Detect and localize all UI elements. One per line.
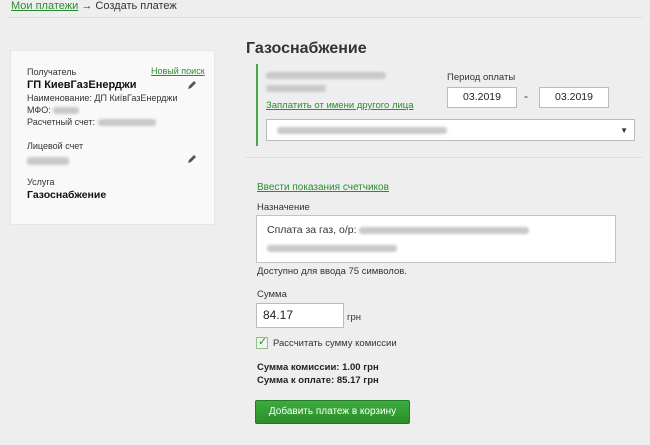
total-summary: Сумма к оплате: 85.17 грн <box>257 375 379 386</box>
purpose-redacted-line1 <box>359 226 530 234</box>
edit-recipient-pencil-icon[interactable] <box>187 80 197 90</box>
personal-account-label: Лицевой счет <box>27 141 84 151</box>
breadcrumb-my-payments-link[interactable]: Мои платежи <box>11 0 78 12</box>
account-row: Расчетный счет: <box>27 117 156 127</box>
purpose-text: Сплата за газ, о/р: <box>267 224 357 236</box>
account-value-redacted <box>97 119 156 127</box>
add-to-cart-button[interactable]: Добавить платеж в корзину <box>255 400 410 424</box>
breadcrumb-current: Создать платеж <box>95 0 177 12</box>
personal-account-redacted <box>27 156 69 165</box>
purpose-label: Назначение <box>257 202 310 213</box>
sum-label: Сумма <box>257 289 287 300</box>
service-label: Услуга <box>27 177 55 187</box>
purpose-textarea[interactable]: Сплата за газ, о/р: <box>256 215 616 263</box>
available-chars-note: Доступно для ввода 75 символов. <box>257 266 407 277</box>
page-title: Газоснабжение <box>246 40 367 57</box>
account-label: Расчетный счет: <box>27 117 96 127</box>
recipient-card: Получатель Новый поиск ГП КиевГазЕнерджи… <box>10 50 215 225</box>
payer-name-redacted-line1 <box>266 72 386 79</box>
breadcrumb-separator: → <box>81 0 93 12</box>
mfo-label: МФО: <box>27 105 51 115</box>
mfo-row: МФО: <box>27 105 80 115</box>
period-label: Период оплаты <box>447 72 516 83</box>
period-dash: - <box>524 89 528 103</box>
new-search-link[interactable]: Новый поиск <box>151 66 205 76</box>
calc-commission-label[interactable]: Рассчитать сумму комиссии <box>273 338 397 349</box>
address-select[interactable]: ▼ <box>266 119 635 141</box>
edit-account-pencil-icon[interactable] <box>187 154 197 164</box>
period-to-input[interactable]: 03.2019 <box>539 87 609 108</box>
payer-name-redacted-line2 <box>266 85 326 92</box>
commission-summary: Сумма комиссии: 1.00 грн <box>257 362 379 373</box>
service-value: Газоснабжение <box>27 189 107 201</box>
sum-input[interactable]: 84.17 <box>256 303 344 328</box>
chevron-down-icon: ▼ <box>620 126 628 135</box>
mfo-value-redacted <box>53 107 80 115</box>
recipient-name: ГП КиевГазЕнерджи <box>27 79 137 91</box>
purpose-redacted-line2 <box>267 244 397 252</box>
personal-account-value <box>27 155 69 165</box>
breadcrumb: Мои платежи → Создать платеж <box>11 0 177 12</box>
calc-commission-checkbox[interactable]: ✓ <box>256 336 268 349</box>
recipient-official-name: Наименование: ДП КиївГазЕнерджи <box>27 93 178 103</box>
recipient-label: Получатель <box>27 67 77 77</box>
enter-meter-readings-link[interactable]: Ввести показания счетчиков <box>257 182 389 193</box>
address-redacted <box>277 127 447 134</box>
period-from-input[interactable]: 03.2019 <box>447 87 517 108</box>
payer-accent-bar <box>256 64 258 146</box>
top-divider <box>8 17 642 18</box>
checkmark-icon: ✓ <box>258 336 268 348</box>
currency-label: грн <box>347 312 361 323</box>
pay-for-other-link[interactable]: Заплатить от имени другого лица <box>266 100 414 111</box>
section-divider <box>246 157 642 158</box>
